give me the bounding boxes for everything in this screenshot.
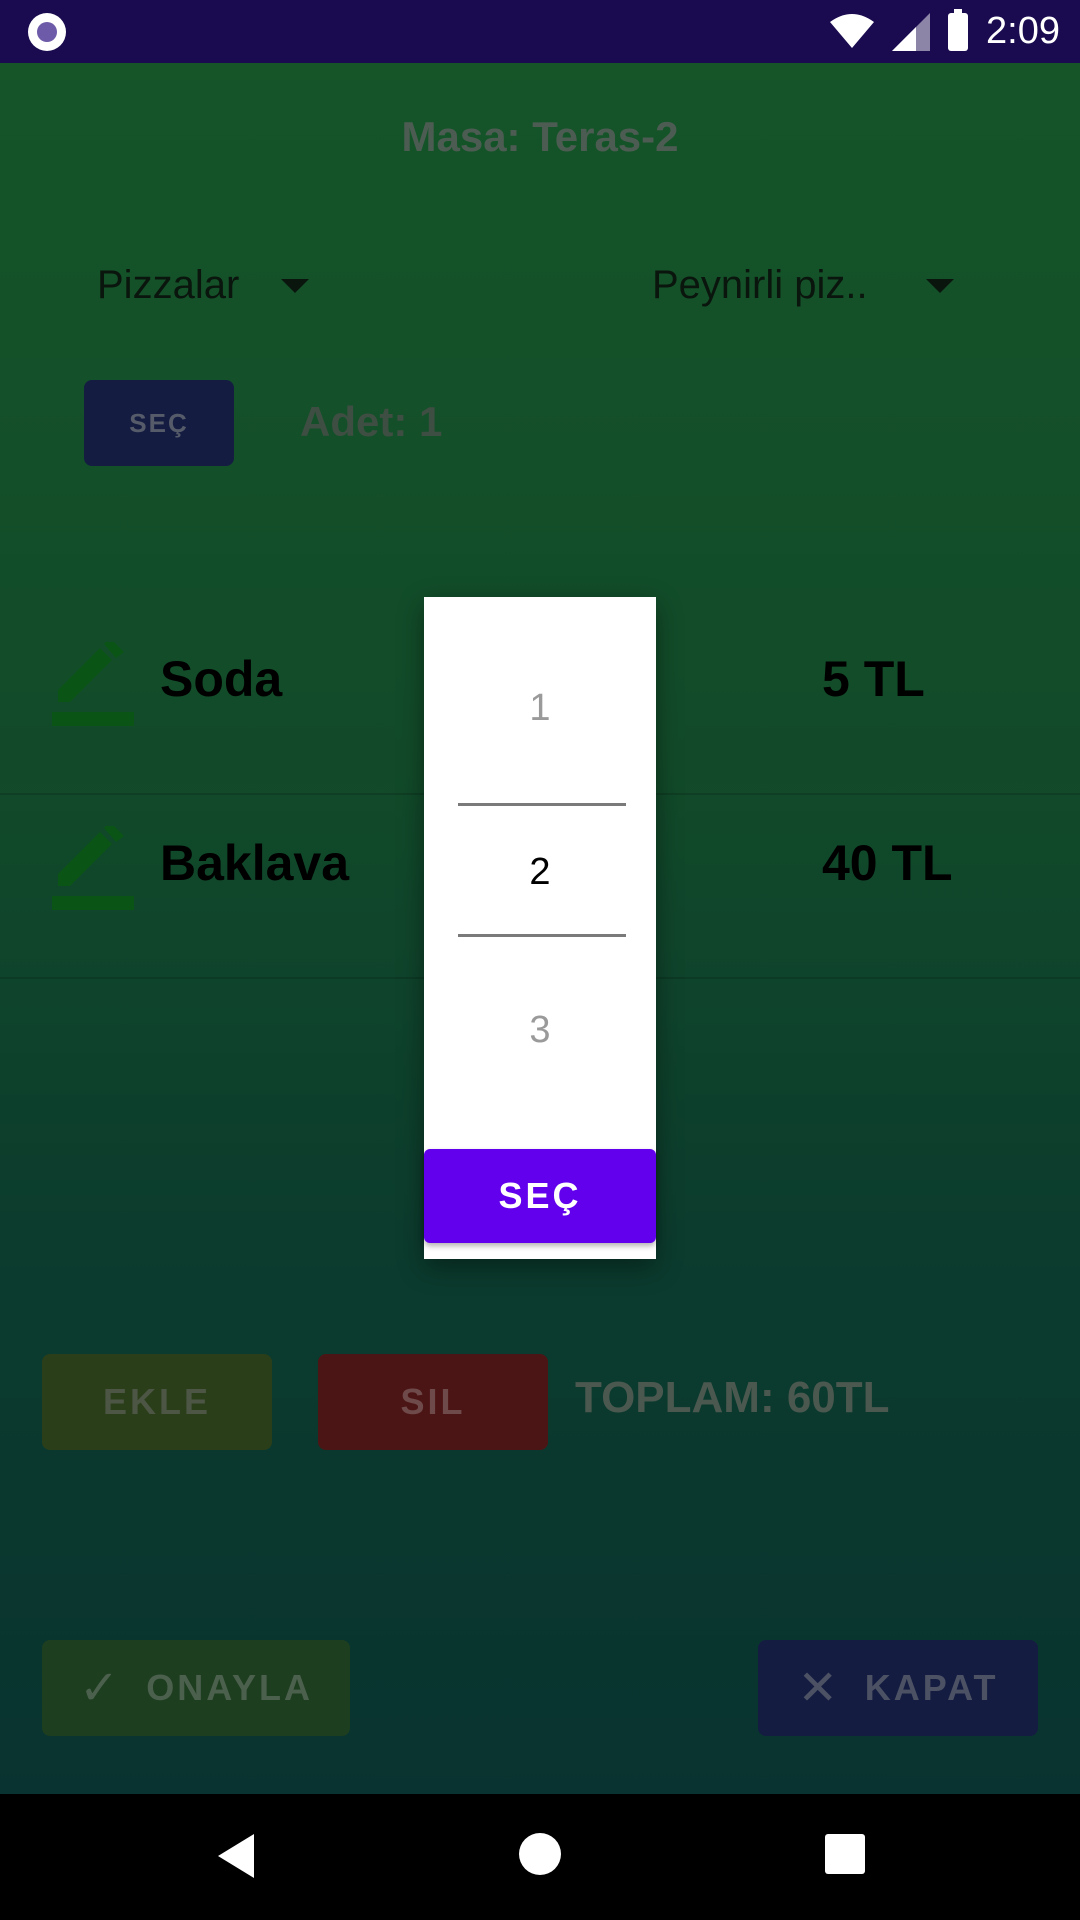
picker-option[interactable]: 1 — [424, 687, 656, 730]
recents-icon[interactable] — [825, 1834, 865, 1874]
home-icon[interactable] — [519, 1833, 561, 1875]
picker-selected-option[interactable]: 2 — [424, 851, 656, 894]
navigation-bar — [0, 1794, 1080, 1920]
quantity-picker-dialog: 1 2 3 SEÇ — [424, 597, 656, 1259]
wifi-icon — [830, 13, 875, 48]
picker-option[interactable]: 3 — [424, 1009, 656, 1052]
signal-icon — [892, 12, 931, 51]
notification-icon — [28, 13, 66, 51]
picker-divider — [458, 934, 626, 937]
back-icon[interactable] — [218, 1834, 254, 1878]
status-time: 2:09 — [986, 10, 1060, 52]
status-bar: 2:09 — [0, 0, 1080, 63]
picker-divider — [458, 803, 626, 806]
picker-select-button[interactable]: SEÇ — [424, 1149, 656, 1243]
battery-icon — [948, 8, 969, 51]
